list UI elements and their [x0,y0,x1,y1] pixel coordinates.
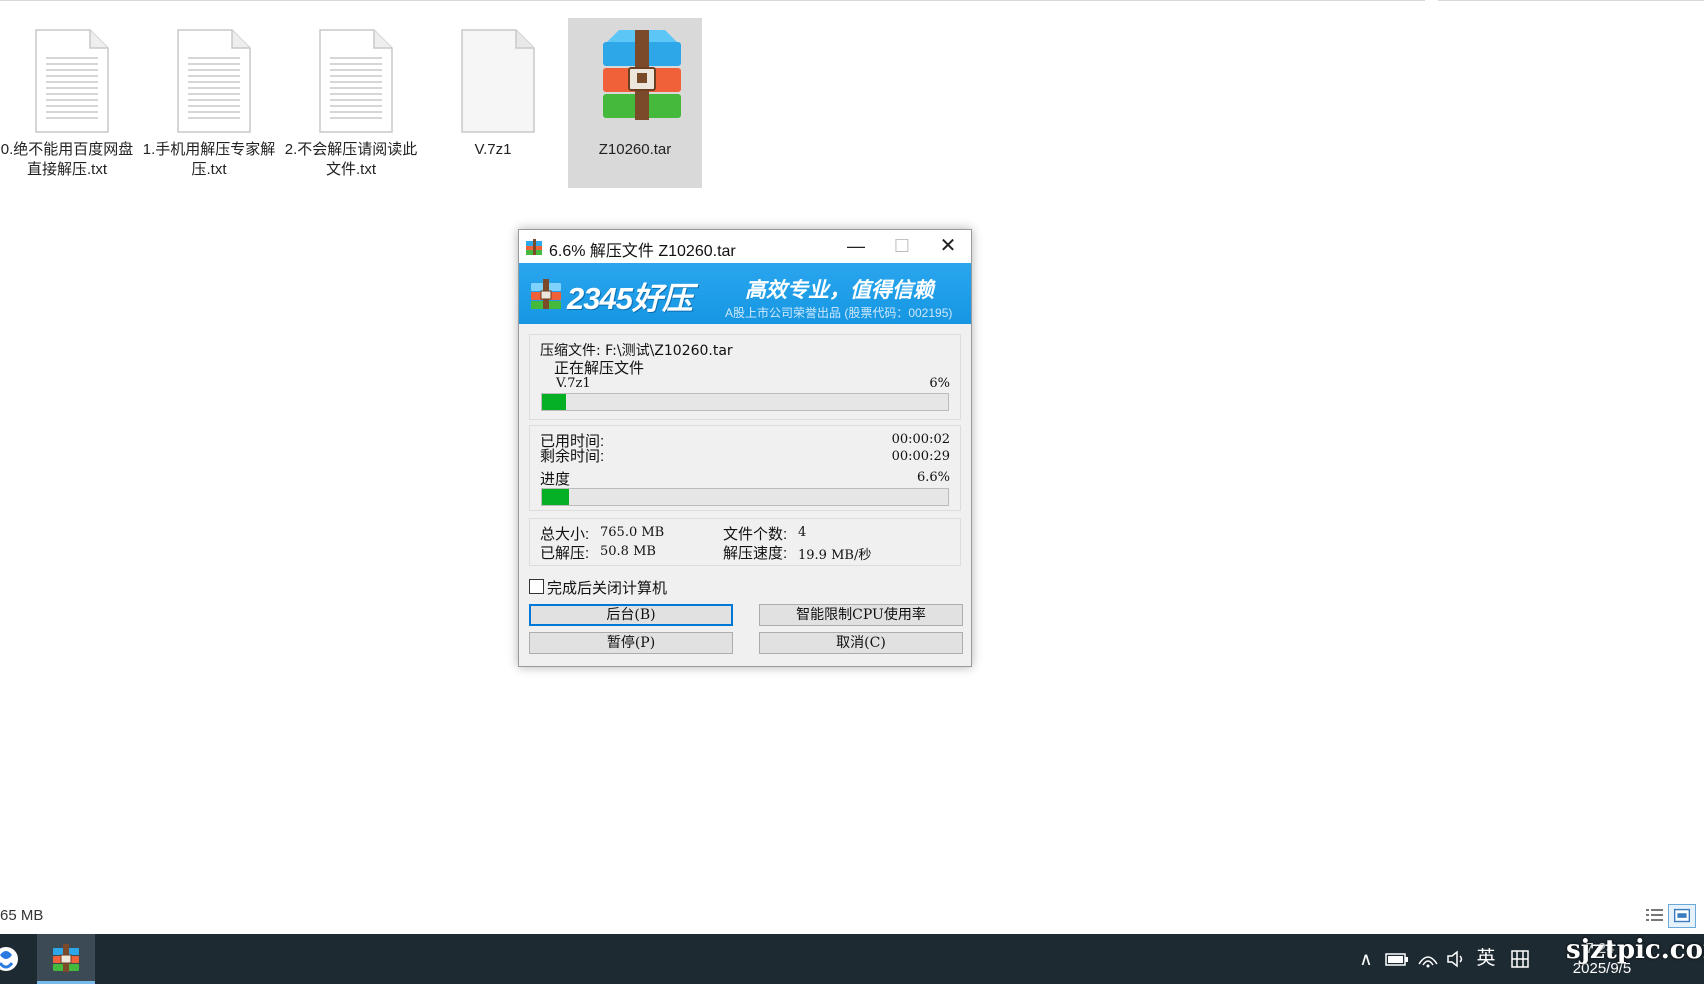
speed-value: 19.9 MB/秒 [798,548,872,563]
top-divider [0,0,1425,1]
current-file-percent: 6% [929,376,950,391]
archive-icon [53,944,79,972]
file-item-2[interactable]: 2.不会解压请阅读此文件.txt [284,18,418,188]
total-size-label: 总大小: [540,526,590,543]
brand-banner: 2345好压 高效专业，值得信赖 A股上市公司荣誉出品 (股票代码：002195… [519,263,971,324]
watermark: sjztpic.com [1566,935,1704,965]
blank-file-icon [461,29,535,133]
cancel-button[interactable]: 取消(C) [759,632,963,654]
shutdown-checkbox[interactable] [529,579,544,594]
details-view-icon[interactable] [1644,906,1666,926]
extracted-value: 50.8 MB [600,544,656,559]
title-bar[interactable]: 6.6% 解压文件 Z10260.tar — ☐ ✕ [519,230,971,263]
desktop: 0.绝不能用百度网盘直接解压.txt 1.手机用解压专家解压.txt 2.不会解… [0,0,1704,984]
maximize-icon[interactable]: ☐ [879,230,925,263]
extract-dialog: 6.6% 解压文件 Z10260.tar — ☐ ✕ 2345好压 高效专业，值… [518,229,972,667]
window-title: 6.6% 解压文件 Z10260.tar [549,243,736,260]
speed-label: 解压速度: [723,545,788,562]
file-progress-fill [542,394,567,410]
file-item-1[interactable]: 1.手机用解压专家解压.txt [142,18,276,188]
logo-icon [531,279,561,309]
shutdown-label: 完成后关闭计算机 [547,580,668,597]
text-file-icon [177,29,251,133]
volume-icon[interactable] [1444,948,1468,970]
text-file-icon [35,29,109,133]
progress-label: 进度 [540,471,571,488]
file-name: 2.不会解压请阅读此文件.txt [284,141,418,178]
file-progress-bar [541,393,949,411]
archive-icon [526,239,542,255]
file-count-label: 文件个数: [723,526,788,543]
brand-subtitle: A股上市公司荣誉出品 (股票代码：002195) [725,306,953,320]
extracted-label: 已解压: [540,545,590,562]
language-indicator[interactable]: 英 [1474,948,1498,970]
elapsed-value: 00:00:02 [891,432,950,447]
file-item-4[interactable]: Z10260.tar [568,18,702,188]
pause-button[interactable]: 暂停(P) [529,632,733,654]
status-size: 65 MB [0,907,44,924]
archive-icon [603,30,681,120]
file-name: 0.绝不能用百度网盘直接解压.txt [0,141,134,178]
time-progress-group: 已用时间: 00:00:02 剩余时间: 00:00:29 进度 6.6% [529,425,961,511]
wifi-icon[interactable] [1416,948,1440,970]
file-name: Z10260.tar [598,141,672,158]
brand-name: 2345好压 [567,281,693,316]
current-file-name: V.7z1 [556,376,591,391]
file-name: V.7z1 [474,141,512,158]
text-file-icon [319,29,393,133]
file-progress-group: 压缩文件: F:\测试\Z10260.tar 正在解压文件 V.7z1 6% [529,334,961,420]
battery-icon[interactable] [1384,948,1410,970]
top-divider-right [1438,0,1704,1]
brand-slogan: 高效专业，值得信赖 [745,279,934,302]
ime-icon[interactable] [1508,948,1532,970]
total-size-value: 765.0 MB [600,525,665,540]
cpu-limit-button[interactable]: 智能限制CPU使用率 [759,604,963,626]
file-count-value: 4 [798,525,807,540]
total-progress-fill [542,489,569,505]
minimize-icon[interactable]: — [833,230,879,263]
extracting-label: 正在解压文件 [554,360,645,377]
file-name: 1.手机用解压专家解压.txt [142,141,276,178]
remaining-label: 剩余时间: [540,448,605,465]
file-item-0[interactable]: 0.绝不能用百度网盘直接解压.txt [0,18,134,188]
browser-app-icon[interactable] [0,934,30,984]
chevron-up-icon[interactable]: ∧ [1356,948,1376,970]
total-progress-bar [541,488,949,506]
file-item-3[interactable]: V.7z1 [426,18,560,188]
progress-value: 6.6% [916,470,950,485]
background-button[interactable]: 后台(B) [529,604,733,626]
close-icon[interactable]: ✕ [925,230,971,263]
taskbar-archiver-button[interactable] [37,934,95,984]
taskbar: ∧ 英 7:24 2025/9/5 [0,934,1704,984]
stats-group: 总大小: 765.0 MB 已解压: 50.8 MB 文件个数: 4 解压速度:… [529,518,961,566]
remaining-value: 00:00:29 [891,449,950,464]
large-icons-view-icon[interactable] [1668,904,1696,928]
